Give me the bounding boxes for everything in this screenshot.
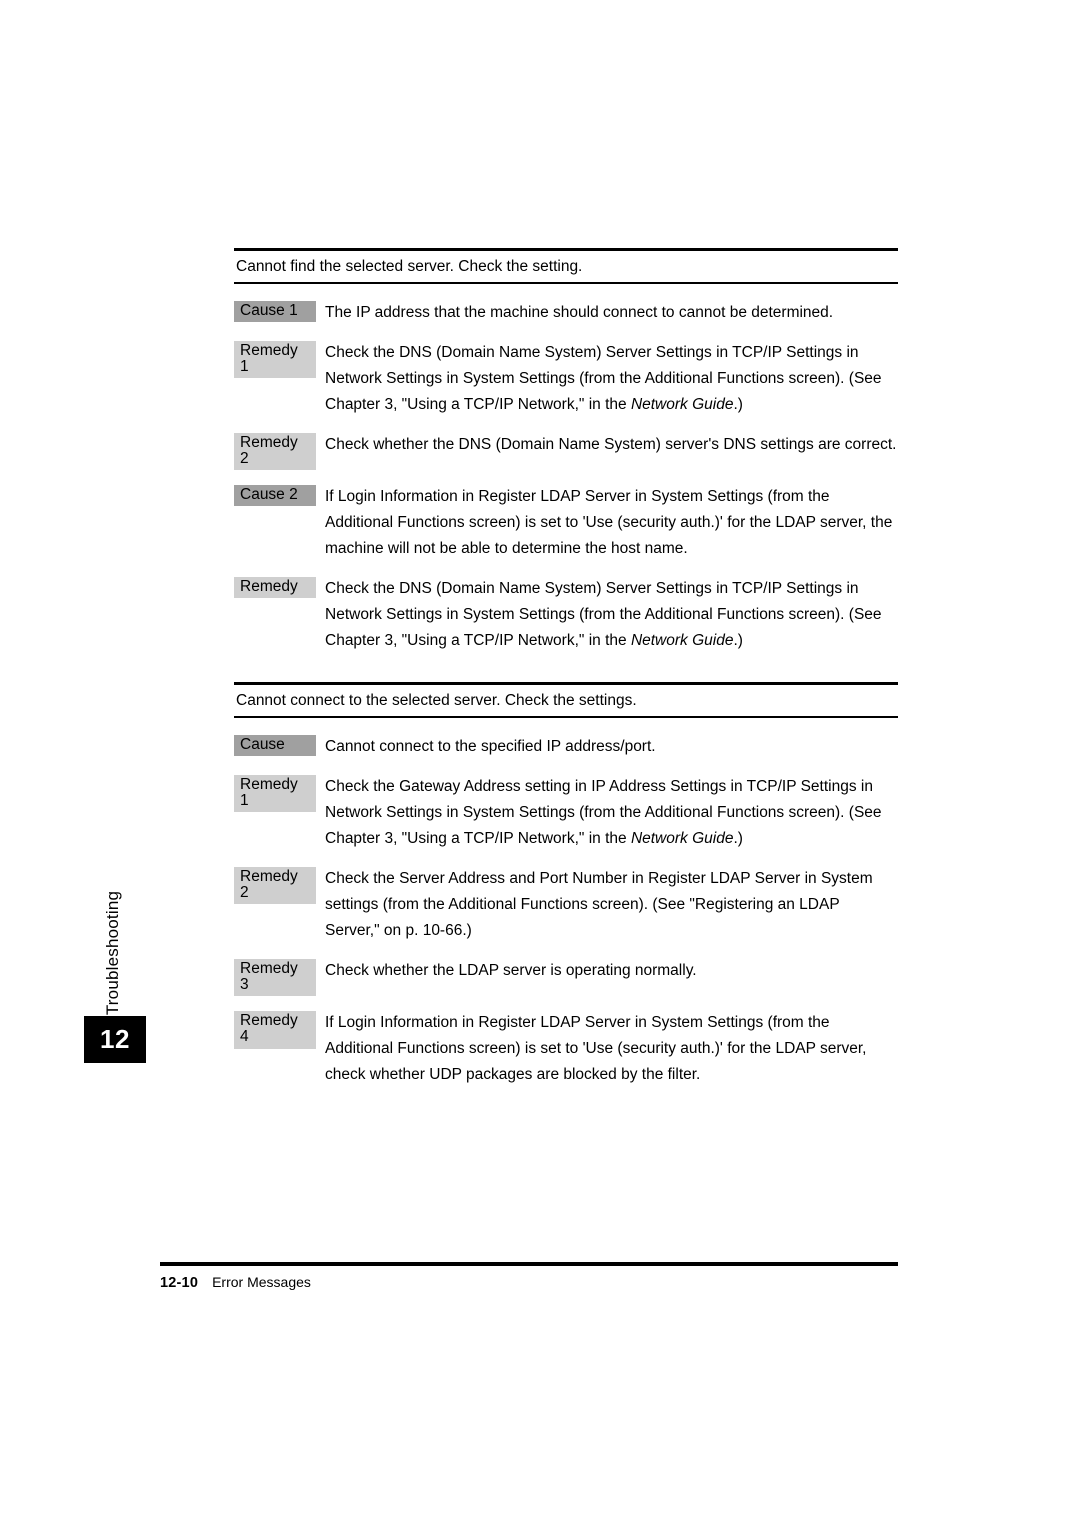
page-content: Cannot find the selected server. Check t… (234, 248, 898, 1088)
remedy-text: Check whether the DNS (Domain Name Syste… (325, 435, 897, 453)
cause-row: Cause 2 If Login Information in Register … (234, 484, 898, 562)
error-message-title: Cannot connect to the selected server. C… (236, 692, 637, 710)
remedy-tag: Remedy 4 (234, 1011, 316, 1049)
remedy-row: Remedy 3 Check whether the LDAP server is… (234, 958, 898, 997)
remedy-tag: Remedy 1 (234, 774, 316, 813)
cause-text: The IP address that the machine should c… (325, 303, 834, 321)
text-segment-tail: .) (733, 395, 743, 413)
chapter-side-tab: Troubleshooting 12 (84, 868, 146, 1098)
remedy-text: Check the Server Address and Port Number… (325, 869, 873, 939)
cause-tag: Cause (234, 734, 316, 756)
remedy-text: Check whether the LDAP server is operati… (325, 961, 697, 979)
page-footer: 12-10 Error Messages (160, 1262, 898, 1291)
remedy-row: Remedy 1 Check the DNS (Domain Name Syste… (234, 340, 898, 418)
footer-page-number: 12-10 (160, 1275, 199, 1291)
text-segment-tail: .) (733, 829, 743, 847)
remedy-row: Remedy 2 Check whether the DNS (Domain Na… (234, 432, 898, 471)
text-segment-tail: .) (733, 632, 743, 650)
text-segment-plain: Check the Gateway Address setting in IP … (325, 777, 882, 847)
error-message-section: Cannot find the selected server. Check t… (234, 248, 898, 654)
cause-remedy-list: Cause Cannot connect to the specified IP … (234, 718, 898, 1089)
footer-line: 12-10 Error Messages (160, 1266, 898, 1291)
remedy-tag: Remedy 2 (234, 866, 316, 905)
remedy-text: Check the DNS (Domain Name System) Serve… (316, 340, 898, 418)
cause-text: If Login Information in Register LDAP Se… (325, 488, 893, 558)
remedy-row: Remedy 4 If Login Information in Register… (234, 1010, 898, 1088)
remedy-text: Check the Gateway Address setting in IP … (316, 774, 898, 852)
remedy-row: Remedy 2 Check the Server Address and Por… (234, 866, 898, 944)
remedy-tag: Remedy 2 (234, 432, 316, 471)
chapter-number-badge: 12 (84, 1016, 146, 1063)
text-segment-plain: Check the DNS (Domain Name System) Serve… (325, 343, 882, 413)
cause-remedy-list: Cause 1 The IP address that the machine s… (234, 284, 898, 655)
remedy-tag: Remedy 1 (234, 340, 316, 379)
cause-row: Cause Cannot connect to the specified IP … (234, 734, 898, 760)
text-segment-italic: Network Guide (630, 632, 734, 650)
cause-tag: Cause 2 (234, 485, 316, 507)
remedy-row: Remedy Check the DNS (Domain Name System)… (234, 576, 898, 654)
remedy-text: If Login Information in Register LDAP Se… (325, 1014, 867, 1084)
remedy-row: Remedy 1 Check the Gateway Address settin… (234, 774, 898, 852)
text-segment-italic: Network Guide (630, 395, 734, 413)
manual-page: Troubleshooting 12 Cannot find the selec… (0, 0, 1080, 1528)
error-message-title: Cannot find the selected server. Check t… (236, 258, 583, 275)
footer-section-title: Error Messages (212, 1274, 311, 1290)
cause-tag: Cause 1 (234, 300, 316, 322)
remedy-tag: Remedy 3 (234, 958, 316, 997)
cause-text: Cannot connect to the specified IP addre… (325, 737, 656, 755)
cause-row: Cause 1 The IP address that the machine s… (234, 300, 898, 326)
remedy-tag: Remedy (234, 577, 316, 599)
text-segment-plain: Check the DNS (Domain Name System) Serve… (325, 580, 882, 650)
text-segment-italic: Network Guide (630, 829, 734, 847)
error-message-section: Cannot connect to the selected server. C… (234, 682, 898, 1088)
remedy-text: Check the DNS (Domain Name System) Serve… (316, 576, 898, 654)
